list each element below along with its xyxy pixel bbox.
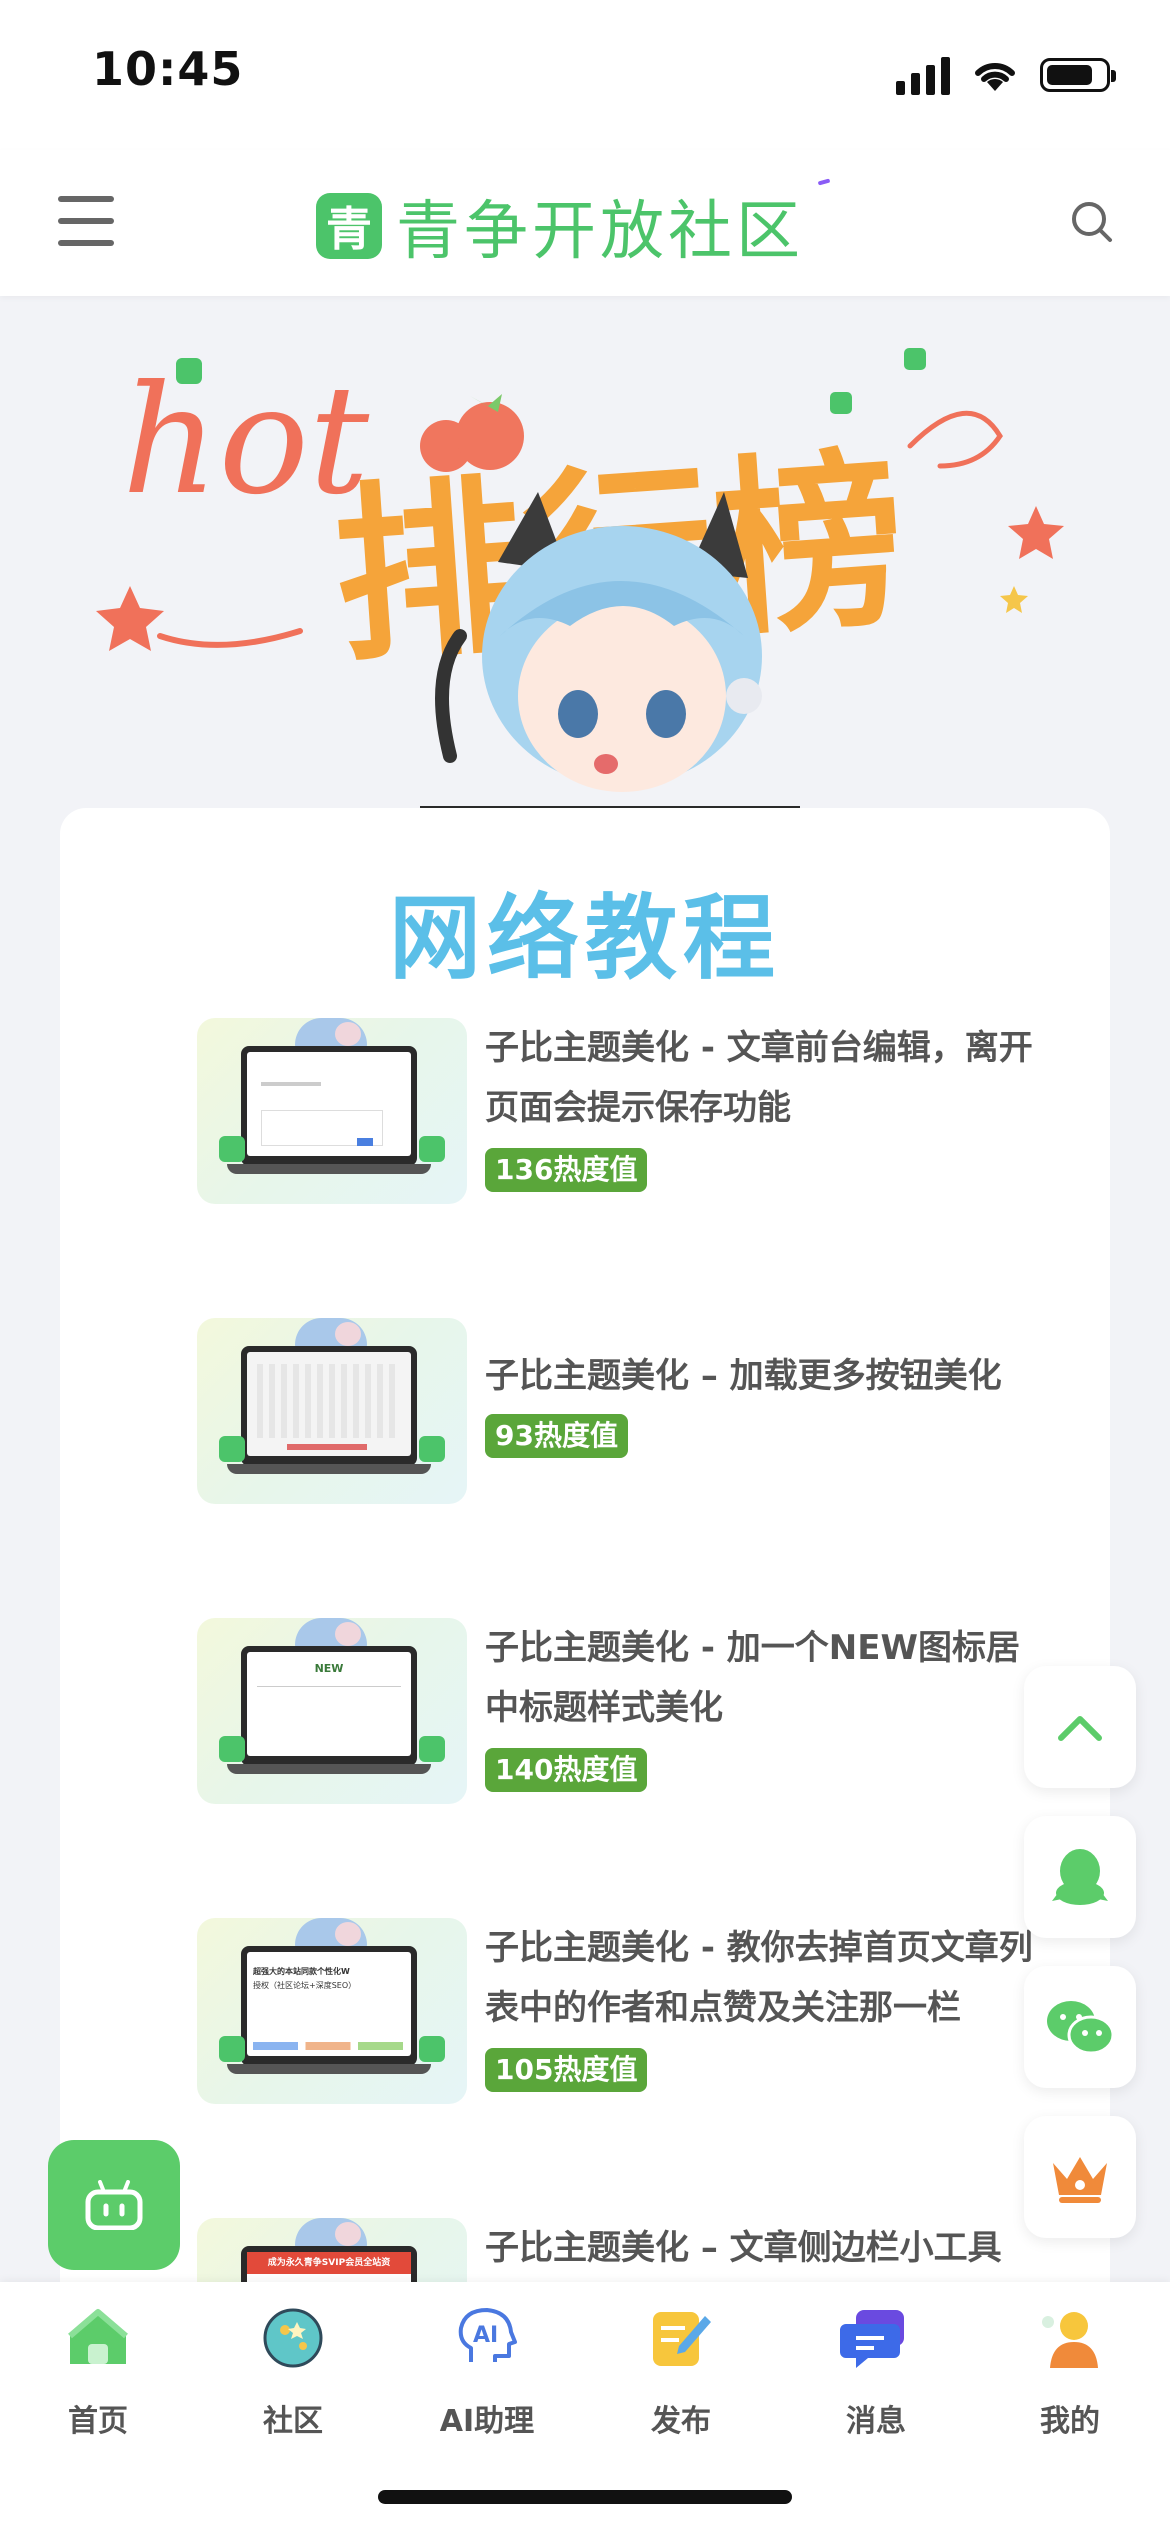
star-decoration	[1008, 506, 1064, 559]
thumb-new-label: NEW	[314, 1662, 344, 1675]
qq-button[interactable]	[1024, 1816, 1136, 1938]
back-to-top-button[interactable]	[1024, 1666, 1136, 1788]
chevron-up-icon	[1058, 1716, 1102, 1741]
heat-badge: 105热度值	[485, 2048, 648, 2092]
thumb-banner-text: 成为永久青争SVIP会员全站资	[247, 2252, 411, 2274]
star-decoration	[1000, 586, 1028, 613]
top-nav-bar: 青 青争开放社区	[0, 150, 1170, 296]
cellular-signal-icon	[896, 55, 950, 95]
profile-icon	[1042, 2312, 1098, 2368]
thumb-text: 超强大的本站同款个性化W	[253, 1967, 350, 1976]
tab-label: 社区	[263, 2404, 323, 2439]
battery-icon	[1040, 58, 1116, 92]
ranking-card: 网络教程 子比主题美化 - 文章前台编辑，离开页面会提示保存功能 136热度值	[60, 808, 1110, 2404]
tab-label: 发布	[651, 2404, 711, 2439]
post-item[interactable]: 超强大的本站同款个性化W 授权（社区论坛+深度SEO） 子比主题美化 - 教你去…	[197, 1918, 1077, 2104]
post-thumbnail[interactable]: 超强大的本站同款个性化W 授权（社区论坛+深度SEO）	[197, 1918, 467, 2104]
home-icon	[68, 2309, 128, 2364]
tab-label: 消息	[846, 2404, 906, 2439]
logo-mark: 青	[316, 193, 382, 259]
publish-icon	[653, 2312, 711, 2366]
ai-bot-button[interactable]	[48, 2140, 180, 2270]
post-thumbnail[interactable]: NEW	[197, 1618, 467, 1804]
tab-profile[interactable]: 我的	[990, 2302, 1150, 2442]
post-item[interactable]: 子比主题美化 – 加载更多按钮美化 93热度值	[197, 1318, 1077, 1504]
qq-icon	[1052, 1849, 1108, 1905]
status-icons	[896, 50, 1116, 100]
logo-text: 青争开放社区	[396, 195, 804, 269]
status-bar: 10:45	[0, 0, 1170, 150]
post-thumbnail[interactable]	[197, 1018, 467, 1204]
ranking-hero-banner: hot 排行榜	[96, 348, 1064, 810]
heat-badge: 136热度值	[485, 1148, 648, 1192]
post-title[interactable]: 子比主题美化 - 加一个NEW图标居中标题样式美化	[485, 1618, 1051, 1738]
star-decoration	[96, 586, 164, 651]
menu-button[interactable]	[58, 196, 114, 246]
tab-label: 首页	[68, 2404, 128, 2439]
section-title: 网络教程	[388, 885, 781, 992]
planet-icon	[263, 2308, 323, 2368]
strawberry-decoration	[420, 394, 524, 472]
status-time: 10:45	[92, 42, 244, 96]
post-title[interactable]: 子比主题美化 – 文章侧边栏小工具	[485, 2218, 1051, 2278]
tab-community[interactable]: 社区	[213, 2302, 373, 2442]
tab-label: 我的	[1040, 2404, 1100, 2439]
post-title[interactable]: 子比主题美化 – 加载更多按钮美化	[485, 1346, 1051, 1406]
svg-text:AI: AI	[473, 2323, 498, 2348]
heat-badge: 140热度值	[485, 1748, 648, 1792]
logo-badge	[817, 178, 831, 186]
crown-icon	[1053, 2157, 1107, 2203]
home-indicator	[378, 2490, 792, 2504]
post-item[interactable]: NEW 子比主题美化 - 加一个NEW图标居中标题样式美化 140热度值	[197, 1618, 1077, 1804]
tab-home[interactable]: 首页	[18, 2302, 178, 2442]
site-logo[interactable]: 青 青争开放社区	[316, 178, 831, 272]
tab-publish[interactable]: 发布	[601, 2302, 761, 2442]
wechat-button[interactable]	[1024, 1966, 1136, 2088]
tab-ai-assistant[interactable]: AI AI助理	[407, 2302, 567, 2442]
ai-assistant-icon: AI	[458, 2308, 517, 2362]
message-icon	[840, 2310, 904, 2368]
post-title[interactable]: 子比主题美化 - 教你去掉首页文章列表中的作者和点赞及关注那一栏	[485, 1918, 1051, 2038]
search-icon[interactable]	[1070, 200, 1114, 244]
post-thumbnail[interactable]	[197, 1318, 467, 1504]
heat-badge: 93热度值	[485, 1414, 628, 1458]
thumb-text: 授权（社区论坛+深度SEO）	[253, 1981, 357, 1990]
tab-label: AI助理	[439, 2404, 535, 2439]
vip-button[interactable]	[1024, 2116, 1136, 2238]
robot-icon	[85, 2180, 143, 2230]
tab-messages[interactable]: 消息	[796, 2302, 956, 2442]
wechat-icon	[1047, 2001, 1115, 2055]
wifi-icon	[975, 62, 1015, 91]
post-title[interactable]: 子比主题美化 - 文章前台编辑，离开页面会提示保存功能	[485, 1018, 1051, 1138]
post-item[interactable]: 子比主题美化 - 文章前台编辑，离开页面会提示保存功能 136热度值	[197, 1018, 1077, 1204]
